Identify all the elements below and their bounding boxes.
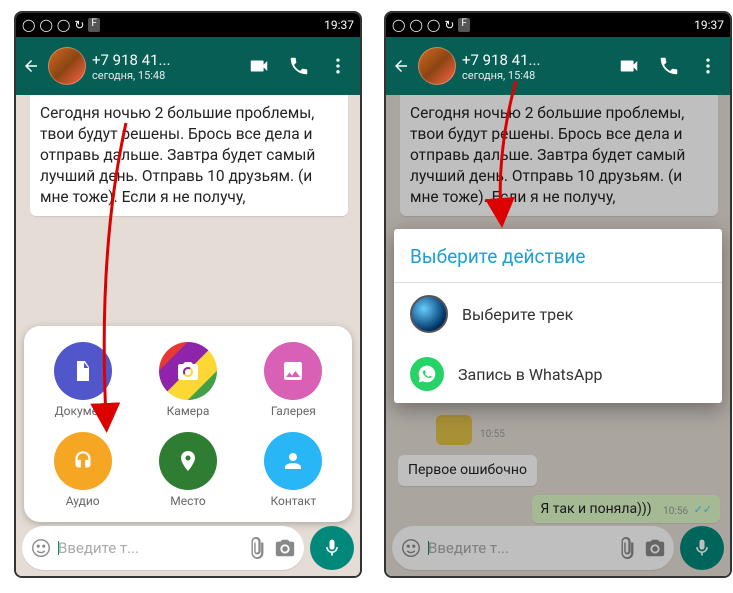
status-bar: ◯◯◯↻F 19:37 <box>386 13 730 37</box>
video-call-icon[interactable] <box>618 55 640 77</box>
header-title[interactable]: +7 918 41... сегодня, 15:48 <box>462 51 612 82</box>
attach-gallery[interactable]: Галерея <box>241 342 346 418</box>
input-placeholder: Введите т... <box>58 539 240 557</box>
mic-button[interactable] <box>310 526 354 570</box>
status-time: 19:37 <box>324 18 354 32</box>
message-input[interactable]: Введите т... <box>22 526 304 570</box>
camera-input-icon[interactable] <box>274 537 296 559</box>
contact-icon <box>264 432 322 490</box>
dialog-title: Выберите действие <box>394 229 722 283</box>
phone-left: ◯◯◯↻F 19:37 +7 918 41... сегодня, 15:48 … <box>14 11 362 578</box>
contact-avatar[interactable] <box>418 47 456 85</box>
status-icons-right: 19:37 <box>324 18 354 32</box>
attach-contact[interactable]: Контакт <box>241 432 346 508</box>
contact-status: сегодня, 15:48 <box>92 69 242 82</box>
contact-avatar[interactable] <box>48 47 86 85</box>
attach-audio[interactable]: Аудио <box>30 432 135 508</box>
status-time: 19:37 <box>694 18 724 32</box>
attach-document[interactable]: Документ <box>30 342 135 418</box>
camera-icon <box>159 342 217 400</box>
document-icon <box>54 342 112 400</box>
chat-header: +7 918 41... сегодня, 15:48 <box>16 37 360 95</box>
track-picker-icon <box>410 295 448 333</box>
emoji-icon[interactable] <box>30 537 52 559</box>
whatsapp-icon <box>410 357 444 391</box>
action-dialog: Выберите действие Выберите трек Запись в… <box>394 229 722 403</box>
video-call-icon[interactable] <box>248 55 270 77</box>
contact-name: +7 918 41... <box>92 51 242 69</box>
voice-call-icon[interactable] <box>288 55 310 77</box>
voice-call-icon[interactable] <box>658 55 680 77</box>
attachment-sheet: Документ Камера Галерея Аудио Место Конт… <box>24 326 352 522</box>
menu-icon[interactable] <box>328 55 348 77</box>
attach-camera[interactable]: Камера <box>135 342 240 418</box>
attach-location[interactable]: Место <box>135 432 240 508</box>
chat-area: Сегодня ночью 2 большие проблемы, твои б… <box>16 95 360 576</box>
phone-right: ◯◯◯↻F 19:37 +7 918 41... сегодня, 15:48 … <box>384 11 732 578</box>
back-arrow-icon[interactable] <box>392 57 412 75</box>
status-icons-left: ◯◯◯↻F <box>22 18 100 32</box>
attach-icon[interactable] <box>246 537 268 559</box>
incoming-message[interactable]: Сегодня ночью 2 большие проблемы, твои б… <box>30 95 348 216</box>
status-bar: ◯◯◯↻F 19:37 <box>16 13 360 37</box>
gallery-icon <box>264 342 322 400</box>
audio-icon <box>54 432 112 490</box>
message-input-bar: Введите т... <box>22 526 354 570</box>
status-icons-left: ◯◯◯↻F <box>392 18 470 32</box>
back-arrow-icon[interactable] <box>22 57 42 75</box>
chat-header: +7 918 41... сегодня, 15:48 <box>386 37 730 95</box>
header-title[interactable]: +7 918 41... сегодня, 15:48 <box>92 51 242 82</box>
menu-icon[interactable] <box>698 55 718 77</box>
location-icon <box>159 432 217 490</box>
dialog-option-track[interactable]: Выберите трек <box>394 283 722 345</box>
dialog-option-record[interactable]: Запись в WhatsApp <box>394 345 722 403</box>
